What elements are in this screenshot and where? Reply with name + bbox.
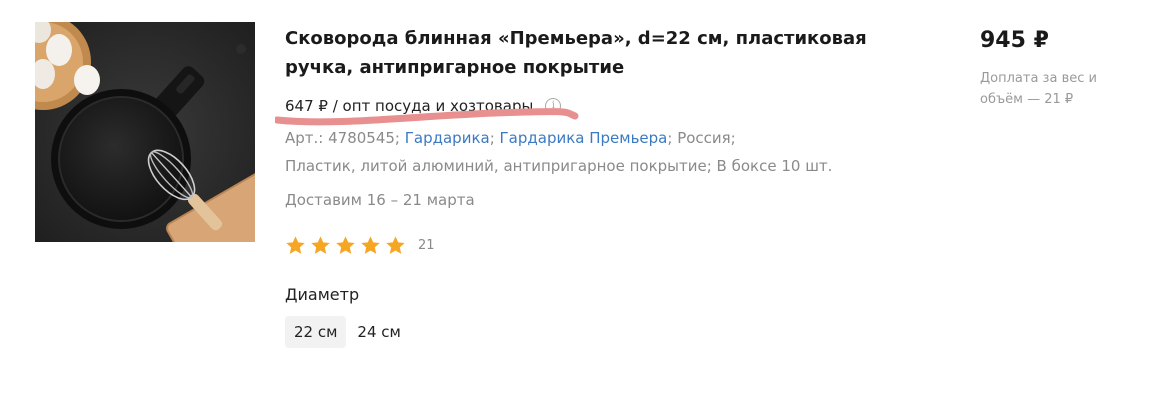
product-card: Сковорода блинная «Премьера», d=22 см, п… xyxy=(0,0,1169,402)
product-title[interactable]: Сковорода блинная «Премьера», d=22 см, п… xyxy=(285,24,875,82)
product-meta: Арт.: 4780545; Гардарика; Гардарика Прем… xyxy=(285,124,885,180)
diameter-options: 22 см 24 см xyxy=(285,316,885,348)
price: 945 ₽ xyxy=(980,28,1049,53)
annotation-underline xyxy=(275,108,579,126)
star-icon xyxy=(361,235,380,254)
country: ; Россия; xyxy=(667,129,736,147)
star-icon xyxy=(386,235,405,254)
materials: Пластик, литой алюминий, антипригарное п… xyxy=(285,157,833,175)
rating-stars xyxy=(285,235,410,256)
diameter-option[interactable]: 22 см xyxy=(285,316,347,348)
rating-count[interactable]: 21 xyxy=(418,238,435,253)
product-image[interactable] xyxy=(35,22,255,242)
wholesale-price-row: 647 ₽ / опт посуда и хозтовары i xyxy=(275,94,885,126)
star-icon xyxy=(286,235,305,254)
delivery-dates: Доставим 16 – 21 марта xyxy=(285,191,475,209)
price-column: 945 ₽ Доплата за вес и объём — 21 ₽ xyxy=(980,26,1140,110)
brand-link-gardarika[interactable]: Гардарика xyxy=(405,129,490,147)
article-number: Арт.: 4780545; xyxy=(285,129,405,147)
frying-pan-image xyxy=(35,22,255,242)
rating[interactable]: 21 xyxy=(285,234,885,256)
star-icon xyxy=(311,235,330,254)
brand-link-gardarika-premiera[interactable]: Гардарика Премьера xyxy=(500,129,668,147)
meta-separator: ; xyxy=(489,129,500,147)
option-label-diameter: Диаметр xyxy=(285,285,360,304)
star-icon xyxy=(336,235,355,254)
surcharge-note: Доплата за вес и объём — 21 ₽ xyxy=(980,71,1097,107)
diameter-option[interactable]: 24 см xyxy=(348,316,409,348)
product-info: Сковорода блинная «Премьера», d=22 см, п… xyxy=(275,24,885,348)
